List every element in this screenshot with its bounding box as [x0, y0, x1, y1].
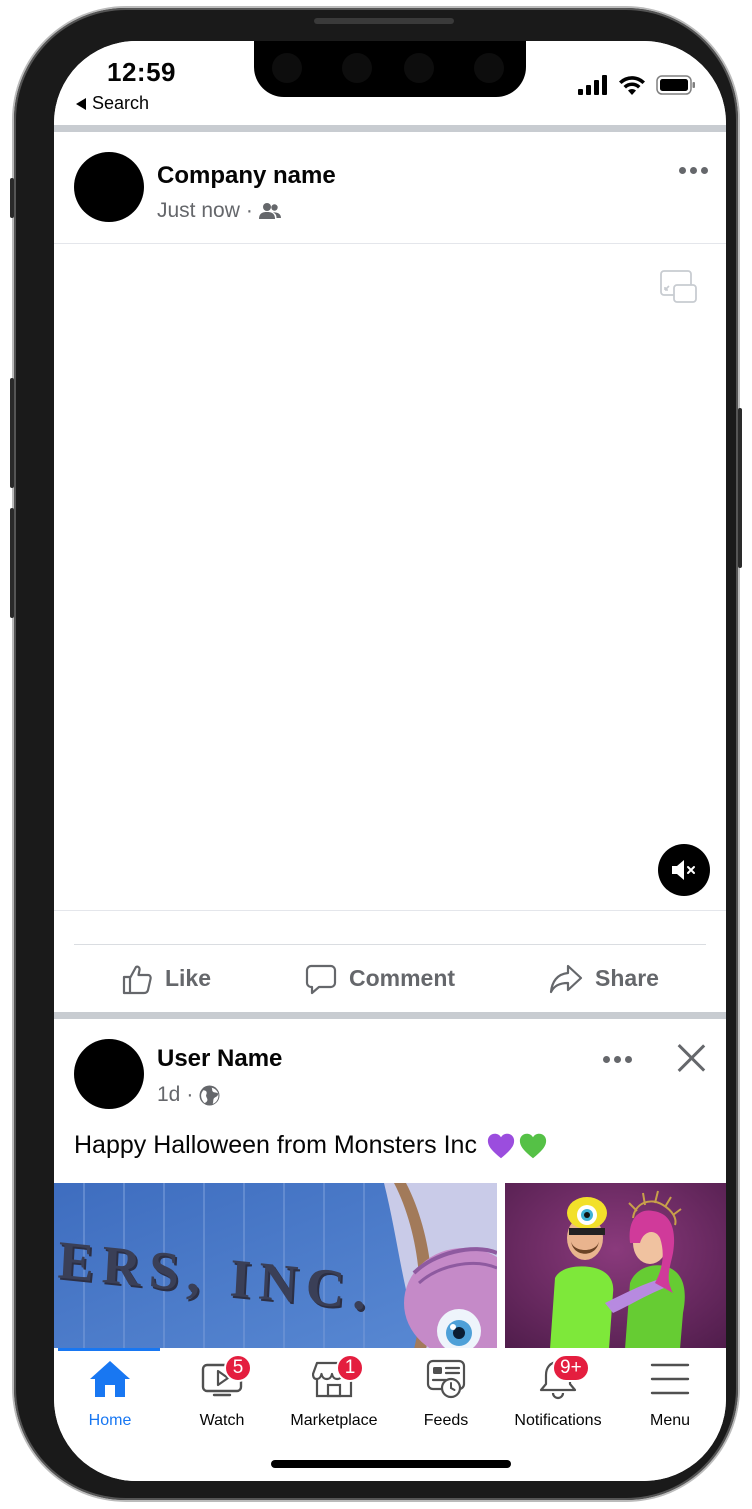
sensor: [474, 53, 504, 83]
phone-volume-down: [10, 508, 14, 618]
status-icons: [578, 75, 696, 95]
hide-post-button[interactable]: [676, 1043, 706, 1073]
tab-home[interactable]: Home: [54, 1356, 166, 1436]
post-meta: Just now ·: [157, 199, 281, 223]
hamburger-icon: [650, 1363, 690, 1395]
tab-label-watch: Watch: [199, 1412, 245, 1429]
meta-separator: ·: [186, 1083, 194, 1106]
comment-icon: [305, 964, 337, 994]
muted-speaker-icon: [672, 860, 695, 880]
back-arrow-icon: [76, 97, 86, 110]
share-arrow-icon: [549, 964, 583, 993]
post-header: Company name Just now ·: [54, 132, 726, 244]
like-label: Like: [164, 965, 212, 991]
tab-menu[interactable]: Menu: [614, 1356, 726, 1436]
comment-label: Comment: [349, 965, 456, 991]
like-button[interactable]: Like: [121, 963, 211, 995]
wifi-icon: [619, 76, 645, 95]
post-options-button[interactable]: [603, 1056, 632, 1063]
feed-divider: [54, 125, 726, 132]
post-timestamp[interactable]: 1d: [157, 1083, 180, 1107]
post-video[interactable]: [54, 244, 726, 911]
cellular-signal-icon: [578, 75, 607, 95]
watch-badge: 5: [224, 1354, 252, 1382]
picture-in-picture-icon[interactable]: [660, 270, 698, 304]
notch: [254, 41, 526, 97]
friends-icon: [258, 203, 281, 219]
sensor: [404, 53, 434, 83]
tab-label-menu: Menu: [649, 1412, 691, 1429]
unmute-button[interactable]: [658, 844, 710, 896]
share-button[interactable]: Share: [549, 963, 659, 995]
tab-label-notifications: Notifications: [514, 1412, 602, 1429]
status-bar: 12:59 Search: [54, 41, 726, 126]
post-meta: 1d ·: [157, 1083, 220, 1107]
green-heart-icon: [519, 1133, 547, 1158]
post-timestamp[interactable]: Just now: [157, 199, 240, 223]
post-actions: Like Comment Share: [74, 944, 706, 1012]
home-icon: [90, 1361, 130, 1397]
company-name-link[interactable]: Company name: [157, 162, 336, 190]
back-label: Search: [92, 93, 150, 113]
phone-power-button: [738, 408, 742, 568]
post-card: User Name 1d · Happy Halloween from Mons…: [54, 1019, 726, 1349]
tab-feeds[interactable]: Feeds: [390, 1356, 502, 1436]
company-avatar[interactable]: [74, 152, 144, 222]
sensor: [342, 53, 372, 83]
front-camera: [272, 53, 302, 83]
back-to-search-button[interactable]: Search: [76, 93, 149, 114]
purple-heart-icon: [487, 1133, 515, 1158]
post-photo[interactable]: [505, 1183, 726, 1349]
tab-label-marketplace: Marketplace: [290, 1412, 378, 1429]
costume-couple-photo: [505, 1183, 726, 1349]
share-label: Share: [595, 965, 659, 991]
user-avatar[interactable]: [74, 1039, 144, 1109]
post-options-button[interactable]: [679, 167, 708, 174]
feeds-icon: [426, 1359, 466, 1399]
active-tab-indicator: [58, 1348, 160, 1351]
comment-button[interactable]: Comment: [305, 963, 455, 995]
post-text: Happy Halloween from Monsters Inc: [74, 1131, 547, 1160]
status-time: 12:59: [107, 57, 176, 87]
tab-notifications[interactable]: 9+ Notifications: [502, 1354, 614, 1436]
phone-mute-switch: [10, 178, 14, 218]
meta-separator: ·: [245, 199, 253, 222]
battery-icon: [656, 75, 695, 95]
user-name-link[interactable]: User Name: [157, 1045, 282, 1073]
post-caption: Happy Halloween from Monsters Inc: [74, 1131, 477, 1159]
globe-icon: [199, 1085, 220, 1105]
marketplace-badge: 1: [336, 1354, 364, 1382]
tab-label-feeds: Feeds: [423, 1412, 469, 1429]
home-indicator[interactable]: [271, 1460, 511, 1468]
phone-speaker: [314, 18, 454, 24]
phone-frame: 12:59 Search Company name Just now · Lik…: [10, 8, 742, 1500]
post-photo[interactable]: ERS, INC.: [54, 1183, 497, 1349]
tab-label-home: Home: [88, 1412, 132, 1429]
tab-marketplace[interactable]: 1 Marketplace: [278, 1354, 390, 1436]
phone-volume-up: [10, 378, 14, 488]
notifications-badge: 9+: [552, 1354, 590, 1382]
thumbs-up-icon: [122, 965, 152, 994]
feed-divider: [54, 1012, 726, 1019]
tab-watch[interactable]: 5 Watch: [166, 1354, 278, 1436]
screen: 12:59 Search Company name Just now · Lik…: [54, 41, 726, 1481]
